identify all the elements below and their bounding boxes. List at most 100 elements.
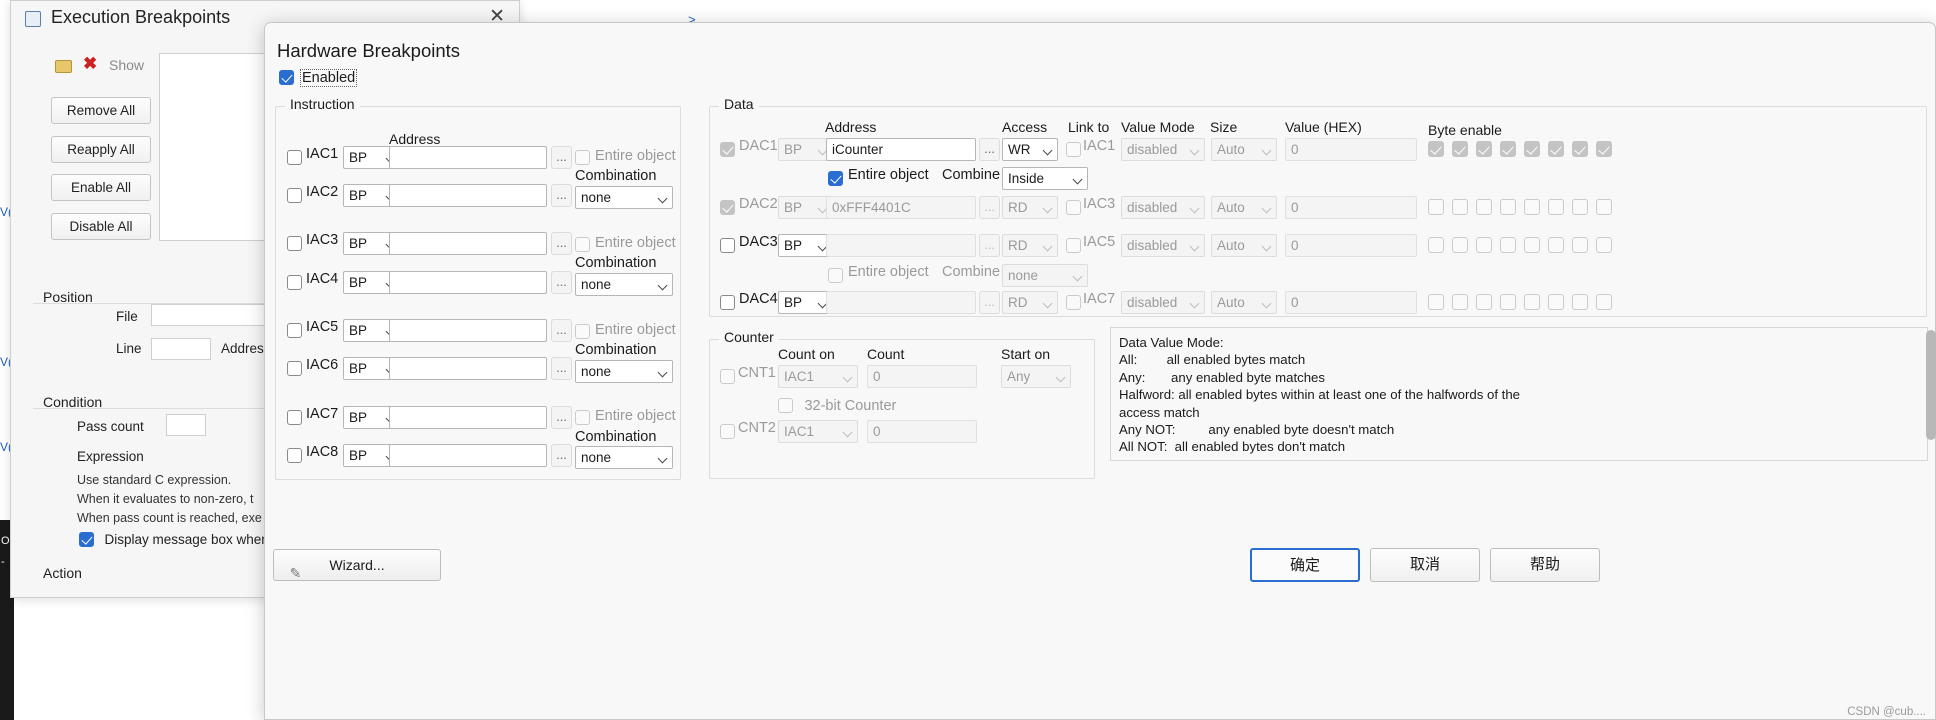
instruction-checkbox-iac1[interactable]	[287, 150, 302, 165]
data-valuemode-dac2[interactable]: disabled	[1121, 196, 1205, 219]
instruction-entire-object-checkbox-2[interactable]	[575, 237, 590, 252]
bit32-counter-row[interactable]: 32-bit Counter	[778, 397, 896, 415]
data-byte-enable-dac1-4[interactable]	[1500, 141, 1516, 157]
data-access-dac2[interactable]: RD	[1002, 196, 1058, 219]
data-size-dac2[interactable]: Auto	[1211, 196, 1277, 219]
counter-counton-cnt1[interactable]: IAC1	[778, 365, 858, 388]
data-byte-enable-dac3-2[interactable]	[1452, 237, 1468, 253]
hardware-breakpoints-dialog[interactable]: Hardware Breakpoints Enabled Instruction…	[264, 22, 1936, 720]
instruction-checkbox-iac3[interactable]	[287, 236, 302, 251]
data-byte-enable-dac2-3[interactable]	[1476, 199, 1492, 215]
data-byte-enable-dac1-5[interactable]	[1524, 141, 1540, 157]
counter-starton-cnt1[interactable]: Any	[1001, 365, 1071, 388]
pass-count-stepper[interactable]	[166, 414, 206, 436]
counter-checkbox-cnt2[interactable]	[720, 424, 735, 439]
data-byte-enable-dac1-1[interactable]	[1428, 141, 1444, 157]
folder-icon[interactable]	[55, 60, 72, 73]
bit32-counter-checkbox[interactable]	[778, 398, 793, 414]
instruction-entire-object-checkbox-1[interactable]	[575, 150, 590, 165]
instruction-browse-iac8[interactable]: ...	[551, 444, 572, 467]
data-access-dac1[interactable]: WR	[1002, 138, 1058, 161]
data-byte-enable-dac2-1[interactable]	[1428, 199, 1444, 215]
data-byte-enable-dac1-6[interactable]	[1548, 141, 1564, 157]
instruction-address-iac7[interactable]	[389, 406, 547, 429]
counter-count-cnt2[interactable]: 0	[867, 420, 977, 443]
data-checkbox-dac3[interactable]	[720, 238, 735, 253]
data-linkto-checkbox-dac4[interactable]	[1066, 295, 1081, 310]
data-byte-enable-dac4-2[interactable]	[1452, 294, 1468, 310]
data-access-dac3[interactable]: RD	[1002, 234, 1058, 257]
data-byte-enable-dac4-3[interactable]	[1476, 294, 1492, 310]
instruction-checkbox-iac8[interactable]	[287, 448, 302, 463]
data-address-dac3[interactable]	[826, 234, 976, 257]
data-checkbox-dac2[interactable]	[720, 200, 735, 215]
data-size-dac3[interactable]: Auto	[1211, 234, 1277, 257]
instruction-checkbox-iac6[interactable]	[287, 361, 302, 376]
data-linkto-checkbox-dac2[interactable]	[1066, 200, 1081, 215]
instruction-address-iac5[interactable]	[389, 319, 547, 342]
enabled-row[interactable]: Enabled	[279, 68, 358, 87]
data-byte-enable-dac1-8[interactable]	[1596, 141, 1612, 157]
data-byte-enable-dac2-6[interactable]	[1548, 199, 1564, 215]
instruction-browse-iac3[interactable]: ...	[551, 232, 572, 255]
instruction-combination-select-4[interactable]: none	[575, 446, 673, 469]
data-valuemode-dac4[interactable]: disabled	[1121, 291, 1205, 314]
data-valuemode-dac1[interactable]: disabled	[1121, 138, 1205, 161]
data-checkbox-dac1[interactable]	[720, 142, 735, 157]
cancel-button[interactable]: 取消	[1370, 548, 1480, 582]
data-address-dac2[interactable]: 0xFFF4401C	[826, 196, 976, 219]
data-byte-enable-dac4-4[interactable]	[1500, 294, 1516, 310]
data-byte-enable-dac2-7[interactable]	[1572, 199, 1588, 215]
data-byte-enable-dac2-4[interactable]	[1500, 199, 1516, 215]
data-size-dac4[interactable]: Auto	[1211, 291, 1277, 314]
remove-all-button[interactable]: Remove All	[51, 97, 151, 124]
delete-icon[interactable]: ✖	[83, 54, 97, 74]
data-byte-enable-dac4-6[interactable]	[1548, 294, 1564, 310]
display-message-row[interactable]: Display message box when a	[79, 531, 280, 549]
enable-all-button[interactable]: Enable All	[51, 174, 151, 201]
data-byte-enable-dac3-8[interactable]	[1596, 237, 1612, 253]
instruction-combination-select-3[interactable]: none	[575, 360, 673, 383]
data-browse-dac1[interactable]: ...	[979, 138, 1000, 161]
ok-button[interactable]: 确定	[1250, 548, 1360, 582]
data-combine-select-1[interactable]: Inside	[1002, 167, 1088, 190]
data-browse-dac4[interactable]: ...	[979, 291, 1000, 314]
data-size-dac1[interactable]: Auto	[1211, 138, 1277, 161]
instruction-checkbox-iac5[interactable]	[287, 323, 302, 338]
data-browse-dac3[interactable]: ...	[979, 234, 1000, 257]
data-byte-enable-dac4-1[interactable]	[1428, 294, 1444, 310]
data-access-dac4[interactable]: RD	[1002, 291, 1058, 314]
display-message-checkbox[interactable]	[79, 532, 94, 548]
instruction-browse-iac1[interactable]: ...	[551, 146, 572, 169]
instruction-address-iac2[interactable]	[389, 184, 547, 207]
data-type-dac3[interactable]: BP	[778, 234, 833, 257]
instruction-browse-iac4[interactable]: ...	[551, 271, 572, 294]
instruction-address-iac1[interactable]	[389, 146, 547, 169]
data-value-dac2[interactable]: 0	[1285, 196, 1417, 219]
data-linkto-checkbox-dac3[interactable]	[1066, 238, 1081, 253]
data-type-dac1[interactable]: BP	[778, 138, 833, 161]
instruction-browse-iac5[interactable]: ...	[551, 319, 572, 342]
disable-all-button[interactable]: Disable All	[51, 213, 151, 240]
counter-counton-cnt2[interactable]: IAC1	[778, 420, 858, 443]
data-value-dac4[interactable]: 0	[1285, 291, 1417, 314]
data-byte-enable-dac3-4[interactable]	[1500, 237, 1516, 253]
data-byte-enable-dac2-5[interactable]	[1524, 199, 1540, 215]
data-value-dac1[interactable]: 0	[1285, 138, 1417, 161]
data-byte-enable-dac2-2[interactable]	[1452, 199, 1468, 215]
data-byte-enable-dac2-8[interactable]	[1596, 199, 1612, 215]
help-button[interactable]: 帮助	[1490, 548, 1600, 582]
data-browse-dac2[interactable]: ...	[979, 196, 1000, 219]
data-value-dac3[interactable]: 0	[1285, 234, 1417, 257]
data-byte-enable-dac1-7[interactable]	[1572, 141, 1588, 157]
instruction-combination-select-2[interactable]: none	[575, 273, 673, 296]
counter-count-cnt1[interactable]: 0	[867, 365, 977, 388]
data-byte-enable-dac3-3[interactable]	[1476, 237, 1492, 253]
data-type-dac2[interactable]: BP	[778, 196, 833, 219]
instruction-checkbox-iac7[interactable]	[287, 410, 302, 425]
data-byte-enable-dac4-7[interactable]	[1572, 294, 1588, 310]
instruction-browse-iac7[interactable]: ...	[551, 406, 572, 429]
instruction-address-iac6[interactable]	[389, 357, 547, 380]
instruction-entire-object-checkbox-4[interactable]	[575, 410, 590, 425]
data-byte-enable-dac3-7[interactable]	[1572, 237, 1588, 253]
